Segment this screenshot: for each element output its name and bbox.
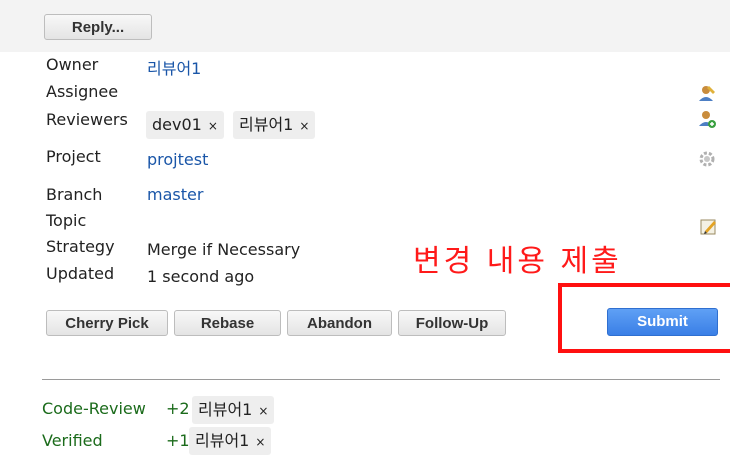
- code-review-voter-chip: 리뷰어1 ×: [192, 396, 275, 424]
- abandon-button[interactable]: Abandon: [287, 310, 392, 336]
- verified-voter-chip: 리뷰어1 ×: [189, 427, 272, 455]
- voter-name: 리뷰어1: [195, 431, 250, 450]
- assignee-label: Assignee: [46, 82, 119, 101]
- owner-link[interactable]: 리뷰어1: [147, 55, 201, 79]
- reviewer-chip: 리뷰어1 ×: [233, 111, 316, 139]
- code-review-score: +2: [166, 399, 190, 418]
- voter-name: 리뷰어1: [198, 400, 253, 419]
- submit-annotation: 변경 내용 제출: [413, 244, 622, 279]
- branch-label: Branch: [46, 185, 103, 204]
- follow-up-button[interactable]: Follow-Up: [398, 310, 506, 336]
- gear-icon[interactable]: [698, 150, 716, 168]
- branch-link[interactable]: master: [147, 185, 203, 204]
- reply-button[interactable]: Reply...: [44, 14, 152, 40]
- reviewer-name: 리뷰어1: [239, 115, 294, 134]
- strategy-value: Merge if Necessary: [147, 240, 301, 259]
- remove-reviewer-icon[interactable]: ×: [299, 119, 309, 133]
- updated-label: Updated: [46, 264, 115, 283]
- code-review-label: Code-Review: [42, 399, 146, 418]
- remove-vote-icon[interactable]: ×: [255, 435, 265, 449]
- add-reviewer-icon[interactable]: [698, 110, 716, 128]
- reviewers-label: Reviewers: [46, 110, 128, 129]
- updated-value: 1 second ago: [147, 267, 255, 286]
- owner-label: Owner: [46, 55, 99, 74]
- reviewer-chip: dev01 ×: [146, 111, 224, 139]
- topic-label: Topic: [46, 211, 87, 230]
- project-link[interactable]: projtest: [147, 150, 208, 169]
- rebase-button[interactable]: Rebase: [174, 310, 281, 336]
- edit-topic-icon[interactable]: [700, 218, 718, 236]
- remove-reviewer-icon[interactable]: ×: [208, 119, 218, 133]
- remove-vote-icon[interactable]: ×: [258, 404, 268, 418]
- assign-user-icon[interactable]: [698, 84, 716, 102]
- change-info-panel: Reply... Owner 리뷰어1 Assignee Reviewers d…: [0, 0, 730, 464]
- reviewer-name: dev01: [152, 115, 202, 134]
- divider: [42, 379, 720, 380]
- project-label: Project: [46, 147, 101, 166]
- submit-button[interactable]: Submit: [607, 308, 718, 336]
- verified-label: Verified: [42, 431, 103, 450]
- cherry-pick-button[interactable]: Cherry Pick: [46, 310, 168, 336]
- strategy-label: Strategy: [46, 237, 115, 256]
- verified-score: +1: [166, 431, 190, 450]
